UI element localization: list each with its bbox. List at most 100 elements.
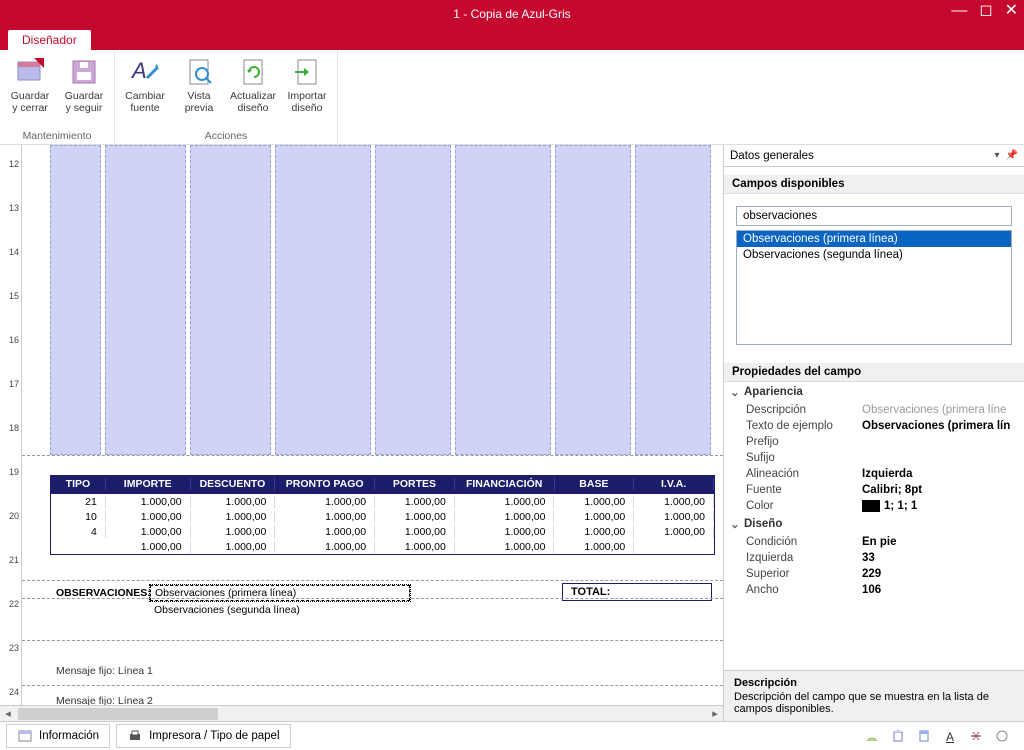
column-header: DESCUENTO [191, 478, 276, 490]
category-appearance[interactable]: ⌄Apariencia [724, 382, 1024, 402]
status-icon-6[interactable] [994, 728, 1010, 744]
maximize-button[interactable]: ◻ [979, 3, 992, 19]
preview-icon [183, 56, 215, 88]
status-icon-5[interactable] [968, 728, 984, 744]
status-icon-2[interactable] [890, 728, 906, 744]
property-row[interactable]: Superior229 [724, 566, 1024, 582]
table-cell: 1.000,00 [455, 511, 555, 523]
update-design-button[interactable]: Actualizar diseño [229, 54, 277, 128]
ruler-tick: 16 [9, 335, 19, 345]
property-value[interactable]: 33 [862, 552, 1024, 564]
observations-line2-field[interactable]: Observaciones (segunda línea) [150, 603, 410, 617]
property-row[interactable]: FuenteCalibri; 8pt [724, 482, 1024, 498]
table-cell: 1.000,00 [191, 496, 276, 508]
property-value[interactable]: Observaciones (primera líne [862, 404, 1024, 416]
table-cell: 1.000,00 [375, 541, 455, 553]
status-icon-3[interactable] [916, 728, 932, 744]
table-cell: 1.000,00 [554, 541, 634, 553]
ribbon-label: Guardar y cerrar [8, 90, 52, 114]
ribbon-group-title: Mantenimiento [6, 128, 108, 142]
property-value[interactable]: En pie [862, 536, 1024, 548]
panel-dropdown[interactable]: Datos generales ▾📌 [724, 145, 1024, 167]
info-tab[interactable]: Información [6, 724, 110, 748]
font-icon: A [129, 56, 161, 88]
ruler-tick: 20 [9, 511, 19, 521]
table-cell: 1.000,00 [634, 511, 714, 523]
tab-designer[interactable]: Diseñador [8, 30, 91, 50]
field-list-item[interactable]: Observaciones (segunda línea) [737, 247, 1011, 263]
property-grid[interactable]: ⌄Apariencia DescripciónObservaciones (pr… [724, 382, 1024, 670]
table-cell: 1.000,00 [191, 511, 276, 523]
table-cell: 1.000,00 [106, 511, 191, 523]
ruler-tick: 14 [9, 247, 19, 257]
close-button[interactable]: ✕ [1005, 3, 1018, 19]
column-header: IMPORTE [106, 478, 191, 490]
ribbon-group-title: Acciones [121, 128, 331, 142]
fixed-message-1[interactable]: Mensaje fijo: Línea 1 [56, 665, 153, 677]
printer-icon [127, 728, 143, 744]
field-list[interactable]: Observaciones (primera línea)Observacion… [736, 230, 1012, 345]
column-header: I.V.A. [634, 478, 714, 490]
column-header: PRONTO PAGO [275, 478, 375, 490]
fixed-message-2[interactable]: Mensaje fijo: Línea 2 [56, 695, 153, 705]
property-value[interactable]: 1; 1; 1 [862, 500, 1024, 512]
property-value[interactable]: 229 [862, 568, 1024, 580]
table-row: 1.000,001.000,001.000,001.000,001.000,00… [51, 539, 714, 554]
property-value[interactable]: Calibri; 8pt [862, 484, 1024, 496]
table-cell: 1.000,00 [554, 511, 634, 523]
ruler-tick: 22 [9, 599, 19, 609]
table-cell: 1.000,00 [191, 526, 276, 538]
category-design[interactable]: ⌄Diseño [724, 514, 1024, 534]
column-header: TIPO [51, 478, 106, 490]
field-search-input[interactable] [736, 206, 1012, 226]
scroll-right-icon[interactable]: ▸ [707, 706, 723, 721]
window-title: 1 - Copia de Azul-Gris [453, 7, 570, 21]
property-row[interactable]: Color1; 1; 1 [724, 498, 1024, 514]
table-cell: 1.000,00 [191, 541, 276, 553]
table-cell: 1.000,00 [554, 526, 634, 538]
panel-dropdown-label: Datos generales [730, 150, 814, 162]
property-key: Ancho [746, 584, 862, 596]
data-table-body: 211.000,001.000,001.000,001.000,001.000,… [50, 493, 715, 555]
properties-panel: Datos generales ▾📌 Campos disponibles Ob… [724, 145, 1024, 721]
table-row: 101.000,001.000,001.000,001.000,001.000,… [51, 509, 714, 524]
property-row[interactable]: Izquierda33 [724, 550, 1024, 566]
status-icon-1[interactable] [864, 728, 880, 744]
design-canvas[interactable]: TIPOIMPORTEDESCUENTOPRONTO PAGOPORTESFIN… [22, 145, 723, 705]
property-value[interactable]: 106 [862, 584, 1024, 596]
ribbon-label: Vista previa [177, 90, 221, 114]
pin-icon[interactable]: 📌 [1006, 150, 1018, 161]
change-font-button[interactable]: A Cambiar fuente [121, 54, 169, 128]
horizontal-scrollbar[interactable]: ◂ ▸ [0, 705, 723, 721]
refresh-icon [237, 56, 269, 88]
property-value[interactable] [862, 436, 1024, 448]
description-text: Descripción del campo que se muestra en … [734, 691, 1014, 715]
save-continue-button[interactable]: Guardar y seguir [60, 54, 108, 128]
ruler-tick: 18 [9, 423, 19, 433]
ribbon-tabs: Diseñador [0, 27, 1024, 50]
property-value[interactable]: Izquierda [862, 468, 1024, 480]
table-row: 211.000,001.000,001.000,001.000,001.000,… [51, 494, 714, 509]
property-key: Prefijo [746, 436, 862, 448]
property-row[interactable]: Sufijo [724, 450, 1024, 466]
property-row[interactable]: Ancho106 [724, 582, 1024, 598]
property-value[interactable] [862, 452, 1024, 464]
scroll-left-icon[interactable]: ◂ [0, 706, 16, 721]
table-cell: 1.000,00 [106, 496, 191, 508]
preview-button[interactable]: Vista previa [175, 54, 223, 128]
minimize-button[interactable]: — [951, 3, 967, 19]
save-close-button[interactable]: Guardar y cerrar [6, 54, 54, 128]
property-row[interactable]: DescripciónObservaciones (primera líne [724, 402, 1024, 418]
field-list-item[interactable]: Observaciones (primera línea) [737, 231, 1011, 247]
scroll-thumb[interactable] [18, 708, 218, 720]
ribbon-label: Cambiar fuente [123, 90, 167, 114]
property-row[interactable]: CondiciónEn pie [724, 534, 1024, 550]
column-background [275, 145, 371, 455]
property-value[interactable]: Observaciones (primera lín [862, 420, 1024, 432]
printer-tab[interactable]: Impresora / Tipo de papel [116, 724, 290, 748]
property-row[interactable]: Texto de ejemploObservaciones (primera l… [724, 418, 1024, 434]
status-icon-4[interactable]: A [942, 728, 958, 744]
property-row[interactable]: Prefijo [724, 434, 1024, 450]
property-row[interactable]: AlineaciónIzquierda [724, 466, 1024, 482]
import-design-button[interactable]: Importar diseño [283, 54, 331, 128]
